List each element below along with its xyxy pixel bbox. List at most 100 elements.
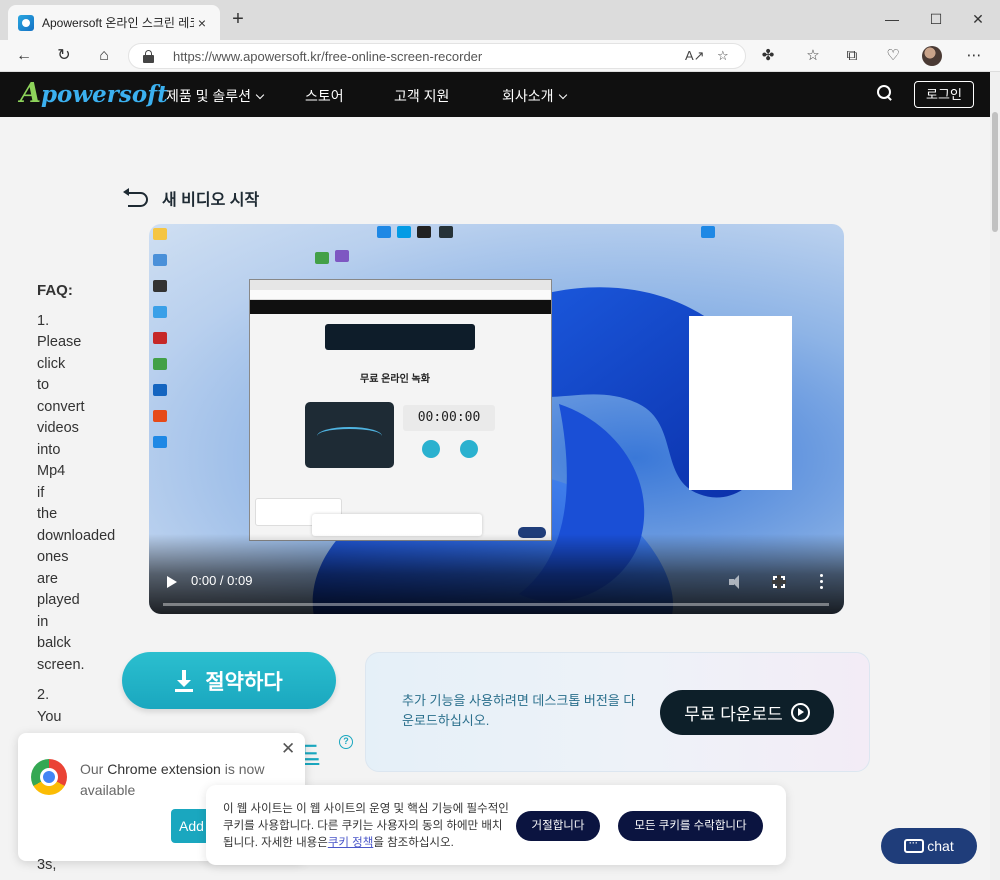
free-download-button[interactable]: 무료 다운로드 <box>660 690 834 735</box>
chevron-down-icon <box>558 90 567 100</box>
cookie-banner: 이 웹 사이트는 이 웹 사이트의 운영 및 핵심 기능에 필수적인 쿠키를 사… <box>206 785 786 865</box>
faq-word: are <box>37 570 58 587</box>
video-progress-bar[interactable] <box>163 603 829 606</box>
desktop-app-icon <box>153 332 167 344</box>
cookie-text: 이 웹 사이트는 이 웹 사이트의 운영 및 핵심 기능에 필수적인 쿠키를 사… <box>223 803 509 849</box>
faq-word: downloaded <box>37 527 116 544</box>
read-aloud-icon[interactable]: A↗ <box>685 48 705 64</box>
desktop-app-icon <box>417 226 431 238</box>
volume-icon[interactable] <box>729 575 743 589</box>
faq-word: ones <box>37 549 69 565</box>
browser-essentials-icon[interactable]: ♡ <box>881 44 905 68</box>
collections-icon[interactable]: ⧉ <box>840 44 864 68</box>
desktop-app-icon <box>153 306 167 318</box>
desktop-app-icon <box>153 384 167 396</box>
free-download-label: 무료 다운로드 <box>684 705 783 724</box>
favorite-add-icon[interactable]: ☆ <box>717 48 729 64</box>
apowersoft-logo[interactable]: Apowersoft <box>20 78 168 109</box>
faq-word: click <box>37 355 66 372</box>
more-options-icon[interactable]: ⋯ <box>962 44 986 68</box>
faq-word: into <box>37 441 61 458</box>
tab-title: Apowersoft 온라인 스크린 레코더 <box>42 16 194 30</box>
url-text[interactable]: https://www.apowersoft.kr/free-online-sc… <box>173 49 482 64</box>
play-icon[interactable] <box>167 576 177 588</box>
video-inner-title: 무료 온라인 녹화 <box>360 374 430 385</box>
browser-toolbar: ← ↻ ⌂ https://www.apowersoft.kr/free-onl… <box>0 40 1000 72</box>
video-recorded-browser: 무료 온라인 녹화 00:00:00 <box>249 279 552 541</box>
nav-about[interactable]: 회사소개 <box>502 86 567 106</box>
faq-word: played <box>37 592 80 608</box>
home-icon[interactable]: ⌂ <box>92 44 116 68</box>
save-button-label: 절약하다 <box>205 670 283 694</box>
chat-bubble-icon <box>904 835 925 853</box>
desktop-app-icon <box>153 254 167 266</box>
add-extension-button[interactable]: Add <box>171 809 211 843</box>
faq-section: FAQ: 1. Please click to convert videos into Mp4… <box>37 280 121 728</box>
desktop-app-icon <box>153 436 167 448</box>
help-icon[interactable]: ? <box>339 735 353 749</box>
accept-cookies-button[interactable]: 모든 쿠키를 수락합니다 <box>618 811 763 841</box>
close-window-button[interactable]: ✕ <box>958 8 998 30</box>
faq-word: to <box>37 377 50 393</box>
login-button[interactable]: 로그인 <box>914 81 974 108</box>
faq-title: FAQ: <box>37 282 73 299</box>
browser-tab[interactable]: Apowersoft 온라인 스크린 레코더 × <box>8 5 220 40</box>
fullscreen-icon[interactable] <box>772 575 786 589</box>
faq-word: videos <box>37 420 79 436</box>
new-tab-button[interactable]: + <box>228 9 248 29</box>
chat-button[interactable]: chat <box>881 828 977 864</box>
search-icon[interactable] <box>877 85 892 100</box>
video-inner-pause-icon <box>422 440 440 458</box>
nav-store[interactable]: 스토어 <box>305 86 344 106</box>
apowersoft-favicon-icon <box>18 14 34 31</box>
maximize-button[interactable]: ☐ <box>916 8 956 30</box>
desktop-app-icon <box>377 226 391 238</box>
page-scrollbar[interactable] <box>990 72 1000 880</box>
minimize-button[interactable]: — <box>872 8 912 30</box>
faq-word: Mp4 <box>37 463 66 479</box>
new-video-link[interactable]: 새 비디오 시작 <box>122 186 259 210</box>
favorites-icon[interactable]: ☆ <box>801 44 825 68</box>
play-circle-icon <box>790 703 810 722</box>
address-bar[interactable]: https://www.apowersoft.kr/free-online-sc… <box>128 43 746 69</box>
faq-word: convert <box>37 398 85 415</box>
faq-word: screen. <box>37 656 85 673</box>
desktop-app-icon <box>701 226 715 238</box>
promo-text: 추가 기능을 사용하려면 데스크톱 버전을 다운로드하십시오. <box>402 693 636 728</box>
faq-word: 2. <box>37 687 50 703</box>
lock-icon[interactable] <box>143 50 154 63</box>
tab-close-icon[interactable]: × <box>194 15 210 31</box>
desktop-app-icon <box>153 358 167 370</box>
faq-word: You <box>37 708 62 725</box>
reject-cookies-button[interactable]: 거절합니다 <box>516 811 600 841</box>
faq-trailing-text: 3s, <box>37 857 57 873</box>
cookie-policy-link[interactable]: 쿠키 정책 <box>328 837 374 849</box>
desktop-app-icon <box>153 280 167 292</box>
faq-word: balck <box>37 635 71 651</box>
more-vertical-icon[interactable] <box>820 574 824 590</box>
video-player[interactable]: 무료 온라인 녹화 00:00:00 0:00 / 0:09 <box>149 224 844 614</box>
desktop-folder-icon <box>153 228 167 240</box>
desktop-version-promo: 추가 기능을 사용하려면 데스크톱 버전을 다운로드하십시오. 무료 다운로드 <box>365 652 870 772</box>
faq-item-2: 2. You <box>37 685 121 728</box>
scroll-thumb[interactable] <box>992 112 998 232</box>
video-inner-banner <box>325 324 475 350</box>
desktop-app-icon <box>153 410 167 422</box>
close-icon[interactable]: ✕ <box>281 739 295 759</box>
faq-item-1: 1. Please click to convert videos into Mp4 if the… <box>37 311 121 677</box>
desktop-app-icon <box>315 252 329 264</box>
nav-products[interactable]: 제품 및 솔루션 <box>166 86 265 106</box>
nav-support[interactable]: 고객 지원 <box>394 86 449 106</box>
video-controls: 0:00 / 0:09 <box>149 534 844 614</box>
faq-word: Please <box>37 334 82 350</box>
save-button[interactable]: 절약하다 <box>122 652 336 709</box>
back-icon[interactable]: ← <box>12 44 36 68</box>
profile-avatar[interactable] <box>922 46 942 66</box>
refresh-icon[interactable]: ↻ <box>52 44 76 68</box>
new-video-label: 새 비디오 시작 <box>162 192 260 209</box>
site-header: Apowersoft 제품 및 솔루션 스토어 고객 지원 회사소개 로그인 <box>0 72 990 117</box>
faq-word: the <box>37 506 58 522</box>
back-arrow-icon <box>122 188 150 208</box>
extensions-icon[interactable]: ✤ <box>756 44 780 68</box>
download-icon <box>175 669 194 692</box>
